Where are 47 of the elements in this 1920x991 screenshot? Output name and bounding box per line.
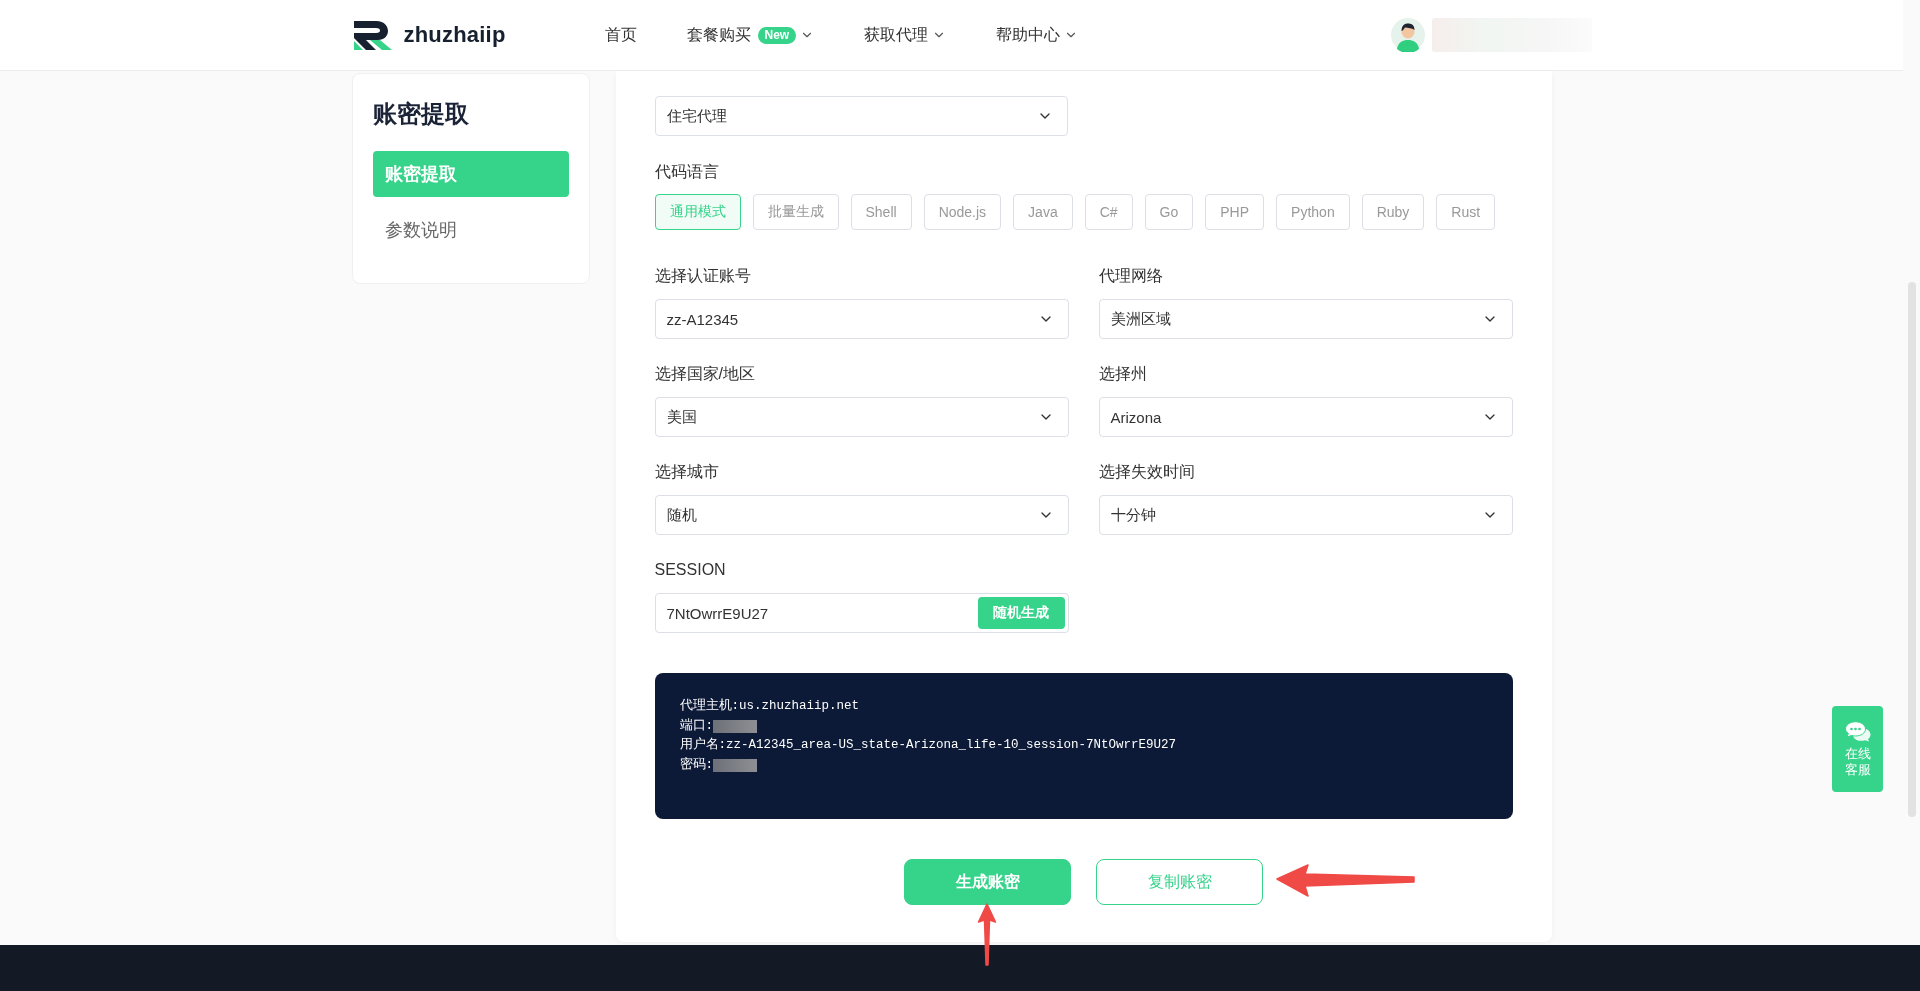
- copy-button[interactable]: 复制账密: [1096, 859, 1263, 905]
- field-label: 代码语言: [654, 162, 720, 182]
- scrollbar-thumb[interactable]: [1908, 282, 1916, 817]
- language-tab[interactable]: 批量生成: [752, 194, 839, 230]
- online-support-button[interactable]: 在线客服: [1832, 706, 1883, 792]
- field-label: 选择国家/地区: [654, 364, 756, 384]
- field-label: 代理网络: [1098, 266, 1164, 286]
- field-label: SESSION: [654, 560, 727, 580]
- nav-link[interactable]: 套餐购买 New: [686, 24, 815, 46]
- chat-bubbles-icon: [1844, 720, 1871, 742]
- sidebar-title: 账密提取: [372, 99, 470, 129]
- generate-button[interactable]: 生成账密: [904, 859, 1071, 905]
- language-tab[interactable]: 通用模式: [654, 194, 741, 230]
- select-field[interactable]: Arizona: [1098, 397, 1513, 437]
- select-field[interactable]: 美国: [654, 397, 1069, 437]
- code-line: 端口:: [679, 717, 713, 735]
- field-label: 选择州: [1098, 364, 1148, 384]
- field-label: 选择认证账号: [654, 266, 752, 286]
- code-line: 代理主机:us.zhuzhaiip.net: [679, 697, 860, 715]
- nav-link[interactable]: 首页: [604, 24, 637, 46]
- sidebar-item[interactable]: 账密提取: [372, 151, 569, 197]
- nav-link[interactable]: 获取代理: [864, 24, 947, 46]
- select-field[interactable]: 美洲区域: [1098, 299, 1513, 339]
- logo-icon: [351, 19, 394, 51]
- select-field[interactable]: 随机: [654, 495, 1069, 535]
- code-line: 密码:: [679, 756, 713, 774]
- sidebar-item[interactable]: 参数说明: [372, 207, 569, 253]
- code-line: 用户名:zz-A12345_area-US_state-Arizona_life-10_session-7NtOwrrE9U27: [679, 736, 1177, 754]
- select-field[interactable]: 住宅代理: [654, 96, 1068, 136]
- language-tab[interactable]: C#: [1084, 194, 1133, 230]
- language-tab[interactable]: Rust: [1436, 194, 1496, 230]
- language-tab[interactable]: Java: [1013, 194, 1073, 230]
- field-label: 选择城市: [654, 462, 720, 482]
- language-tab[interactable]: PHP: [1205, 194, 1265, 230]
- language-tab[interactable]: Python: [1276, 194, 1350, 230]
- select-field[interactable]: 十分钟: [1098, 495, 1513, 535]
- avatar-icon[interactable]: [1390, 18, 1425, 52]
- nav-link[interactable]: 帮助中心: [996, 24, 1079, 46]
- new-badge: New: [757, 26, 797, 44]
- logo-text[interactable]: zhuzhaiip: [403, 22, 506, 48]
- language-tab[interactable]: Node.js: [923, 194, 1002, 230]
- language-tab[interactable]: Ruby: [1361, 194, 1425, 230]
- language-tab[interactable]: Go: [1144, 194, 1194, 230]
- language-tab[interactable]: Shell: [850, 194, 912, 230]
- random-generate-button[interactable]: 随机生成: [977, 597, 1065, 629]
- field-label: 选择失效时间: [1098, 462, 1196, 482]
- select-field[interactable]: zz-A12345: [654, 299, 1069, 339]
